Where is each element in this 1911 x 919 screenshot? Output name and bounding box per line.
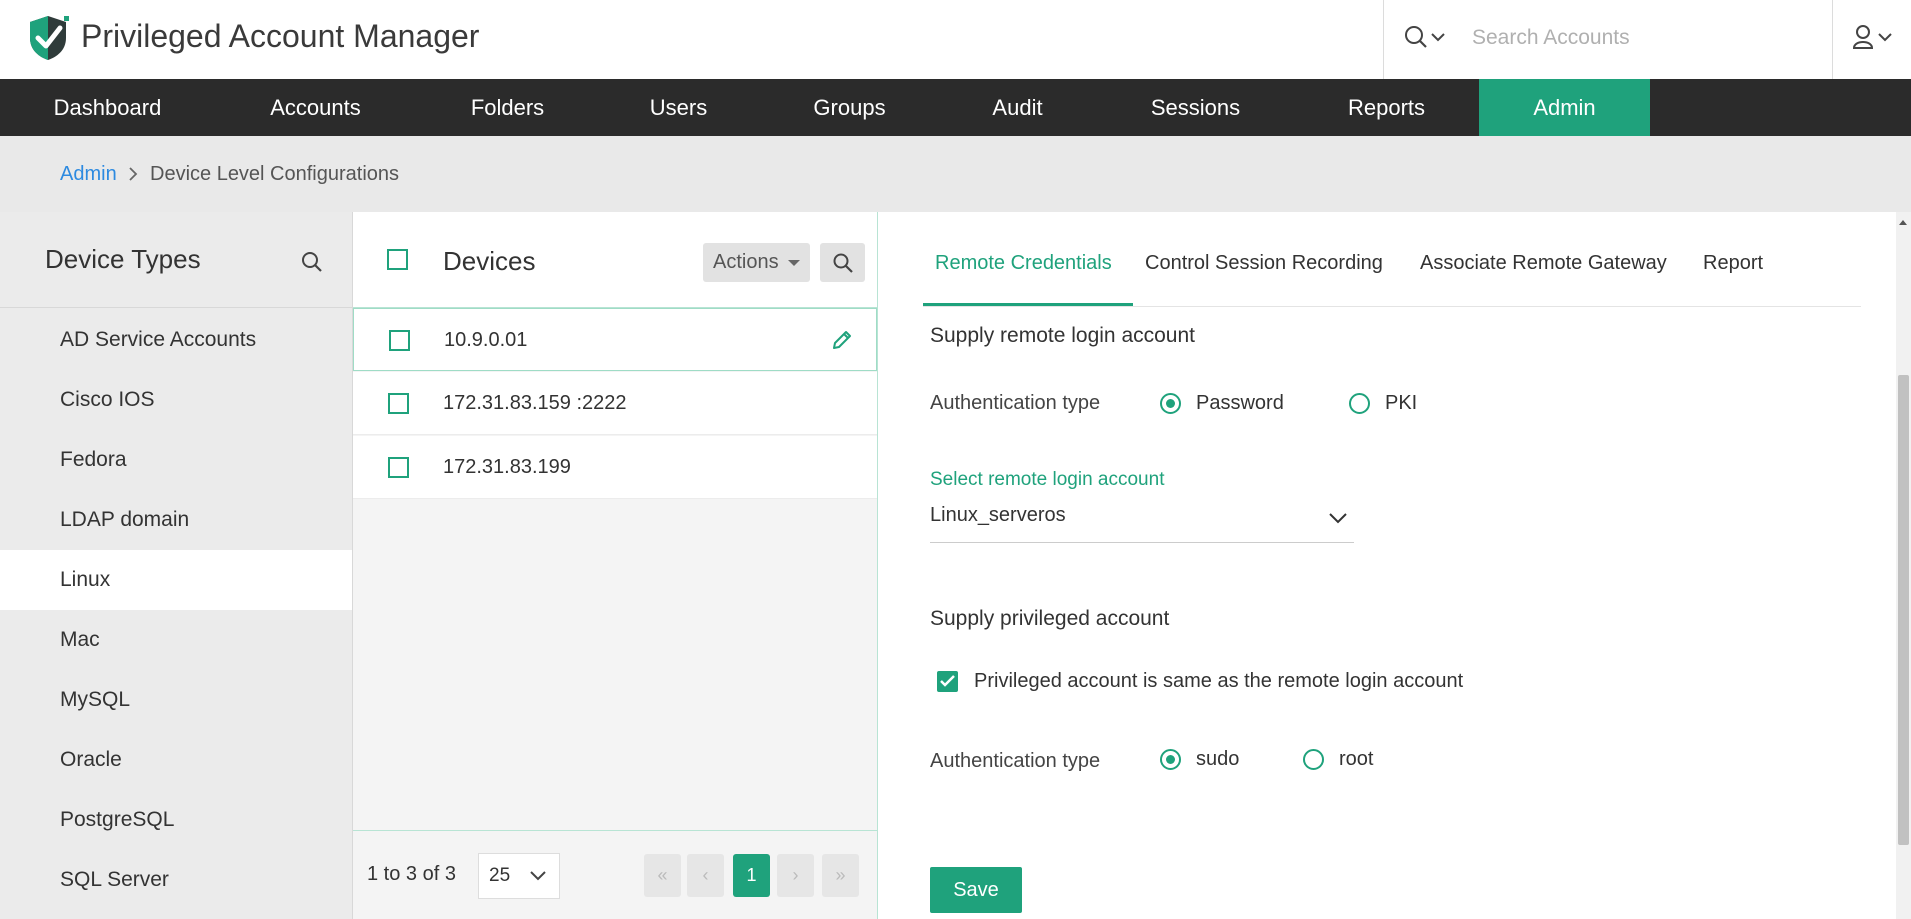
remote-login-account-label: Select remote login account bbox=[930, 469, 1165, 490]
radio-pki-label: PKI bbox=[1385, 392, 1418, 414]
breadcrumb-admin-link[interactable]: Admin bbox=[60, 163, 117, 186]
remote-login-account-select[interactable]: Linux_serveros bbox=[930, 498, 1354, 543]
breadcrumb: Admin Device Level Configurations bbox=[0, 136, 1911, 212]
chevron-down-icon bbox=[530, 871, 546, 881]
device-type-mac[interactable]: Mac bbox=[0, 610, 352, 670]
user-menu-button[interactable] bbox=[1832, 0, 1911, 79]
actions-dropdown[interactable]: Actions bbox=[703, 243, 810, 282]
top-header: Privileged Account Manager bbox=[0, 0, 1911, 79]
radio-pki[interactable] bbox=[1349, 393, 1370, 414]
select-all-checkbox[interactable] bbox=[387, 249, 408, 270]
nav-admin[interactable]: Admin bbox=[1479, 79, 1650, 136]
tab-report[interactable]: Report bbox=[1703, 252, 1763, 275]
privileged-same-label: Privileged account is same as the remote… bbox=[974, 670, 1464, 692]
tab-remote-credentials[interactable]: Remote Credentials bbox=[935, 252, 1112, 275]
breadcrumb-current: Device Level Configurations bbox=[150, 163, 400, 185]
device-row-label: 10.9.0.01 bbox=[444, 329, 528, 351]
nav-reports[interactable]: Reports bbox=[1299, 79, 1474, 136]
check-icon bbox=[940, 675, 955, 687]
remote-login-section-title: Supply remote login account bbox=[930, 324, 1195, 347]
privileged-same-checkbox[interactable] bbox=[937, 671, 958, 692]
actions-label: Actions bbox=[713, 251, 779, 273]
scrollbar-thumb[interactable] bbox=[1898, 375, 1909, 845]
vertical-scrollbar[interactable] bbox=[1896, 212, 1911, 919]
page-size-value: 25 bbox=[489, 865, 511, 886]
radio-root[interactable] bbox=[1303, 749, 1324, 770]
pencil-icon[interactable] bbox=[831, 329, 853, 356]
radio-sudo[interactable] bbox=[1160, 749, 1181, 770]
device-type-postgresql[interactable]: PostgreSQL bbox=[0, 790, 352, 850]
device-types-search-button[interactable] bbox=[301, 251, 323, 278]
devices-title: Devices bbox=[443, 246, 536, 276]
device-type-cisco-ios[interactable]: Cisco IOS bbox=[0, 370, 352, 430]
scroll-up-arrow[interactable] bbox=[1899, 220, 1907, 225]
device-type-ldap-domain[interactable]: LDAP domain bbox=[0, 490, 352, 550]
device-row-checkbox[interactable] bbox=[388, 393, 409, 414]
page-1-button[interactable]: 1 bbox=[733, 854, 770, 897]
nav-users[interactable]: Users bbox=[591, 79, 766, 136]
prev-page-button[interactable]: ‹ bbox=[687, 854, 724, 897]
nav-folders[interactable]: Folders bbox=[420, 79, 595, 136]
devices-panel: Devices Actions 10.9.0.01 172.31.83.159 … bbox=[353, 212, 878, 919]
device-type-fedora[interactable]: Fedora bbox=[0, 430, 352, 490]
device-type-linux[interactable]: Linux bbox=[0, 550, 352, 610]
radio-sudo-label: sudo bbox=[1196, 748, 1240, 770]
device-row[interactable]: 172.31.83.159 :2222 bbox=[353, 372, 877, 435]
device-row-checkbox[interactable] bbox=[389, 330, 410, 351]
app-root: Privileged Account Manager Dashboard Acc… bbox=[0, 0, 1911, 919]
pager-info: 1 to 3 of 3 bbox=[367, 863, 456, 885]
nav-audit[interactable]: Audit bbox=[930, 79, 1105, 136]
page-size-select[interactable]: 25 bbox=[478, 853, 560, 899]
main-nav: Dashboard Accounts Folders Users Groups … bbox=[0, 79, 1911, 136]
nav-accounts[interactable]: Accounts bbox=[228, 79, 403, 136]
nav-groups[interactable]: Groups bbox=[762, 79, 937, 136]
device-type-sql-server[interactable]: SQL Server bbox=[0, 850, 352, 910]
app-title: Privileged Account Manager bbox=[81, 18, 480, 54]
user-icon bbox=[1853, 25, 1892, 49]
search-area bbox=[1383, 0, 1831, 79]
device-types-panel: Device Types AD Service Accounts Cisco I… bbox=[0, 212, 353, 919]
chevron-right-icon bbox=[128, 166, 138, 187]
shield-check-icon bbox=[26, 14, 72, 62]
devices-pager: 1 to 3 of 3 25 « ‹ 1 › » bbox=[353, 830, 877, 919]
chevron-down-icon bbox=[1329, 513, 1347, 524]
device-row-label: 172.31.83.159 :2222 bbox=[443, 392, 627, 414]
tab-control-session-recording[interactable]: Control Session Recording bbox=[1145, 252, 1383, 275]
device-row-checkbox[interactable] bbox=[388, 457, 409, 478]
remote-auth-type-label: Authentication type bbox=[930, 392, 1101, 414]
devices-header: Devices Actions bbox=[353, 212, 877, 308]
first-page-button[interactable]: « bbox=[644, 854, 681, 897]
device-row[interactable]: 10.9.0.01 bbox=[353, 308, 877, 371]
save-button[interactable]: Save bbox=[930, 867, 1022, 913]
nav-sessions[interactable]: Sessions bbox=[1108, 79, 1283, 136]
privileged-section-title: Supply privileged account bbox=[930, 607, 1170, 630]
device-row-label: 172.31.83.199 bbox=[443, 456, 571, 478]
search-icon bbox=[1405, 26, 1445, 48]
radio-password[interactable] bbox=[1160, 393, 1181, 414]
device-type-mysql[interactable]: MySQL bbox=[0, 670, 352, 730]
radio-root-label: root bbox=[1339, 748, 1374, 770]
search-icon bbox=[833, 253, 853, 273]
device-type-ad-service-accounts[interactable]: AD Service Accounts bbox=[0, 310, 352, 370]
tabs-divider bbox=[923, 306, 1861, 307]
config-panel: Remote Credentials Control Session Recor… bbox=[879, 212, 1896, 919]
remote-login-account-value: Linux_serveros bbox=[930, 504, 1066, 526]
tab-associate-remote-gateway[interactable]: Associate Remote Gateway bbox=[1420, 252, 1667, 275]
device-type-oracle[interactable]: Oracle bbox=[0, 730, 352, 790]
caret-down-icon bbox=[788, 260, 800, 266]
search-input[interactable] bbox=[1472, 20, 1802, 56]
radio-password-label: Password bbox=[1196, 392, 1284, 414]
search-scope-dropdown[interactable] bbox=[1404, 24, 1448, 52]
device-types-title: Device Types bbox=[45, 244, 201, 274]
device-types-header: Device Types bbox=[0, 212, 352, 308]
privileged-auth-type-label: Authentication type bbox=[930, 750, 1101, 772]
search-icon bbox=[302, 252, 322, 272]
devices-search-button[interactable] bbox=[820, 243, 865, 282]
last-page-button[interactable]: » bbox=[822, 854, 859, 897]
nav-dashboard[interactable]: Dashboard bbox=[20, 79, 195, 136]
next-page-button[interactable]: › bbox=[777, 854, 814, 897]
device-row[interactable]: 172.31.83.199 bbox=[353, 436, 877, 499]
